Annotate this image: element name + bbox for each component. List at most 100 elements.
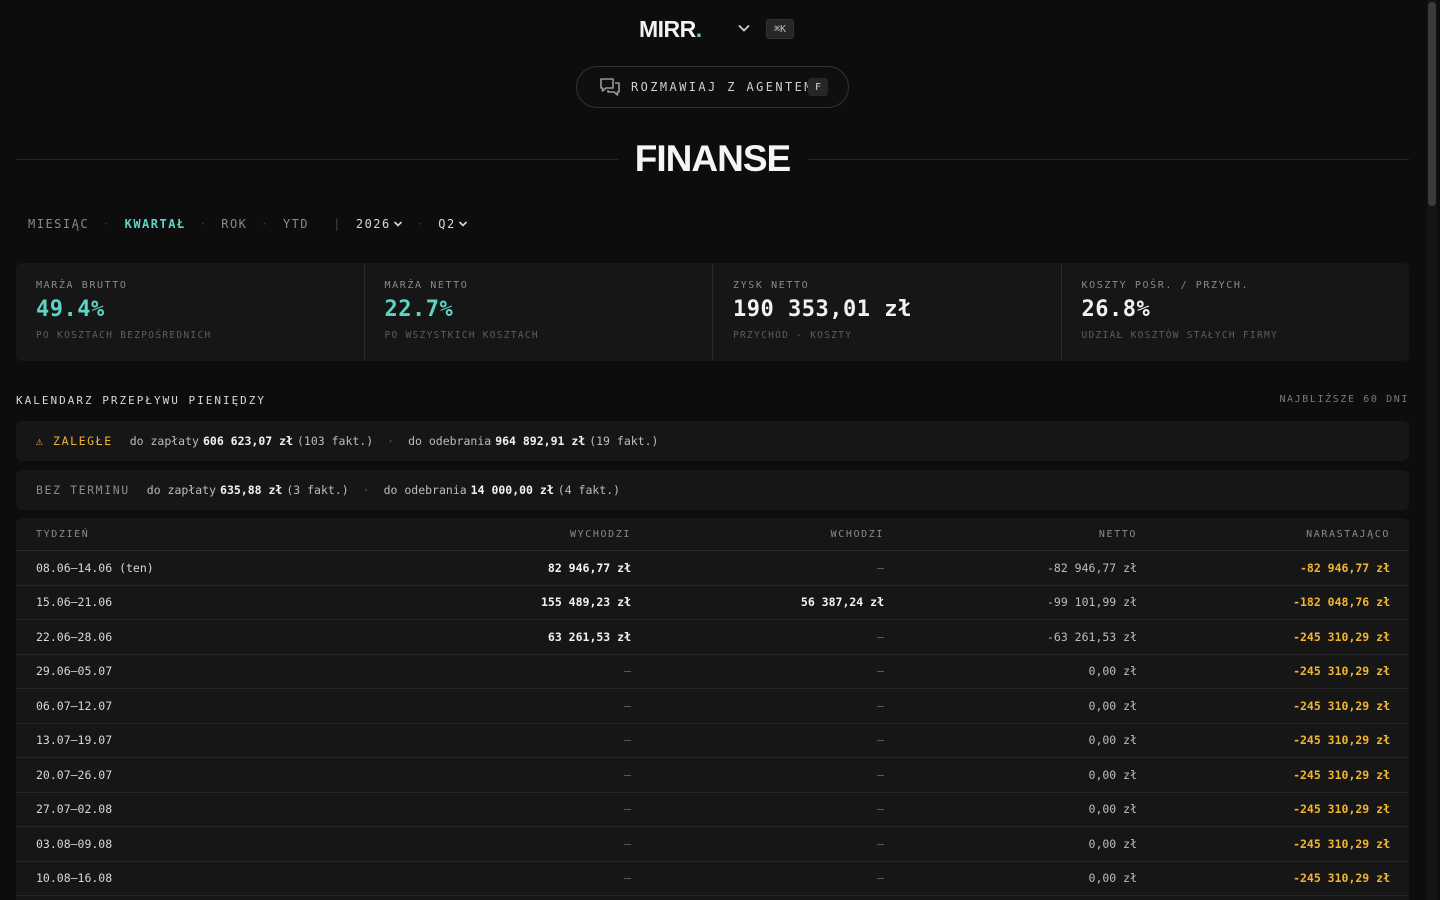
kpi-value: 26.8% [1081, 297, 1151, 322]
cell-cumulative: -182 048,76 zł [1293, 595, 1390, 610]
overdue-pay-label: do zapłaty [129, 434, 199, 448]
cell-week: 03.08–09.08 [36, 836, 113, 851]
period-tab-ytd[interactable]: YTD [283, 217, 309, 231]
overdue-summary: ⚠ ZALEGŁE do zapłaty 606 623,07 zł (103 … [16, 421, 1409, 461]
separator-dot: · [416, 218, 425, 230]
top-bar: MIRR. ⌘K [0, 14, 1424, 46]
kpi-value: 22.7% [384, 297, 454, 322]
cell-inflow: — [877, 871, 884, 886]
table-row[interactable]: 10.08–16.08 — — 0,00 zł -245 310,29 zł [16, 862, 1409, 896]
kpi-subtitle: UDZIAŁ KOSZTÓW STAŁYCH FIRMY [1081, 330, 1279, 341]
kpi-subtitle: PRZYCHÓD - KOSZTY [733, 330, 853, 341]
table-row[interactable]: 27.07–02.08 — — 0,00 zł -245 310,29 zł [16, 793, 1409, 827]
cell-week: 10.08–16.08 [36, 871, 113, 886]
table-row[interactable]: 06.07–12.07 — — 0,00 zł -245 310,29 zł [16, 689, 1409, 724]
cell-outflow: — [624, 802, 631, 817]
cell-week: 15.06–21.06 [36, 595, 113, 610]
kpi-label: MARŻA BRUTTO [36, 280, 128, 291]
cell-net: -82 946,77 zł [1046, 560, 1137, 575]
cell-cumulative: -245 310,29 zł [1293, 733, 1390, 748]
agent-shortcut-key: F [808, 78, 828, 96]
page-scrollbar[interactable] [1424, 0, 1440, 900]
table-row[interactable]: 29.06–05.07 — — 0,00 zł -245 310,29 zł [16, 655, 1409, 689]
overdue-tag: ⚠ ZALEGŁE [36, 434, 113, 448]
cell-cumulative: -245 310,29 zł [1293, 836, 1390, 851]
chevron-down-icon [738, 24, 750, 32]
cell-inflow: — [877, 698, 884, 713]
page-title: FINANSE [634, 138, 791, 179]
no-due-pay-count: (3 fakt.) [286, 483, 349, 497]
table-row[interactable]: 22.06–28.06 63 261,53 zł — -63 261,53 zł -24… [16, 620, 1409, 655]
overdue-pay-count: (103 fakt.) [296, 434, 374, 448]
column-header-week[interactable]: TYDZIEŃ [16, 529, 376, 540]
kpi-value: 190 353,01 zł [733, 297, 912, 322]
cell-outflow: 63 261,53 zł [547, 629, 631, 644]
cell-inflow: — [877, 802, 884, 817]
page-title-row: FINANSE [16, 136, 1409, 182]
separator-dot: · [261, 218, 269, 230]
cell-cumulative: -245 310,29 zł [1293, 698, 1390, 713]
cashflow-title: KALENDARZ PRZEPŁYWU PIENIĘDZY [16, 394, 267, 407]
no-due-date-tag: BEZ TERMINU [36, 483, 130, 497]
column-header-cumulative[interactable]: NARASTAJĄCO [1137, 529, 1390, 540]
kpi-gross-margin: MARŻA BRUTTO 49.4% PO KOSZTACH BEZPOŚRED… [16, 263, 365, 361]
year-select-value: 2026 [355, 217, 391, 231]
kpi-net-margin: MARŻA NETTO 22.7% PO WSZYSTKICH KOSZTACH [365, 263, 713, 361]
cell-cumulative: -245 310,29 zł [1293, 629, 1390, 644]
column-header-inflow[interactable]: WCHODZI [631, 529, 884, 540]
year-select[interactable]: 2026 [356, 217, 403, 231]
cell-week: 22.06–28.06 [36, 629, 113, 644]
overdue-receive-count: (19 fakt.) [589, 434, 659, 448]
chat-bubbles-icon [600, 78, 620, 96]
cell-outflow: — [624, 767, 631, 782]
cell-week: 29.06–05.07 [36, 664, 113, 679]
no-due-pay-label: do zapłaty [146, 483, 217, 497]
cell-outflow: 155 489,23 zł [540, 595, 631, 610]
cell-net: -63 261,53 zł [1046, 629, 1137, 644]
cashflow-range: NAJBLIŻSZE 60 DNI [1279, 394, 1409, 405]
overdue-receive-amount: 964 892,91 zł [495, 434, 586, 448]
logo-text: MIRR [639, 16, 696, 42]
no-due-date-summary: BEZ TERMINU do zapłaty 635,88 zł (3 fakt… [16, 470, 1409, 510]
kpi-net-profit: ZYSK NETTO 190 353,01 zł PRZYCHÓD - KOSZ… [713, 263, 1062, 361]
chevron-down-icon [458, 221, 467, 227]
column-header-outflow[interactable]: WYCHODZI [376, 529, 631, 540]
no-due-receive-label: do odebrania [383, 483, 467, 497]
cell-net: 0,00 zł [1088, 733, 1137, 748]
kpi-cards: MARŻA BRUTTO 49.4% PO KOSZTACH BEZPOŚRED… [16, 263, 1409, 361]
chevron-down-icon [393, 221, 402, 227]
period-selector: MIESIĄC · KWARTAŁ · ROK · YTD | 2026 · Q… [28, 216, 468, 232]
cell-outflow: — [624, 664, 631, 679]
logo[interactable]: MIRR. [639, 16, 702, 43]
kpi-value: 49.4% [36, 297, 105, 322]
cell-net: 0,00 zł [1088, 802, 1137, 817]
no-due-receive-count: (4 fakt.) [557, 483, 621, 497]
period-tab-year[interactable]: ROK [221, 217, 247, 231]
cell-inflow: — [877, 664, 884, 679]
cell-inflow: — [877, 767, 884, 782]
scrollbar-thumb[interactable] [1428, 2, 1436, 206]
separator-dot: · [199, 218, 208, 230]
cashflow-table: TYDZIEŃ WYCHODZI WCHODZI NETTO NARASTAJĄ… [16, 518, 1409, 900]
overdue-receive-label: do odebrania [408, 434, 492, 448]
chat-with-agent-button[interactable]: ROZMAWIAJ Z AGENTEM F [576, 66, 849, 108]
table-row[interactable]: 03.08–09.08 — — 0,00 zł -245 310,29 zł [16, 827, 1409, 862]
workspace-switcher-button[interactable] [734, 18, 754, 38]
table-row[interactable]: 08.06–14.06 (ten) 82 946,77 zł — -82 946,77… [16, 551, 1409, 586]
table-body: 08.06–14.06 (ten) 82 946,77 zł — -82 946,77… [16, 551, 1409, 896]
cell-cumulative: -82 946,77 zł [1299, 560, 1390, 575]
kpi-label: MARŻA NETTO [384, 280, 469, 291]
table-row[interactable]: 20.07–26.07 — — 0,00 zł -245 310,29 zł [16, 758, 1409, 793]
table-row[interactable]: 15.06–21.06 155 489,23 zł 56 387,24 zł -99 … [16, 586, 1409, 620]
cashflow-header: KALENDARZ PRZEPŁYWU PIENIĘDZY NAJBLIŻSZE… [16, 394, 1409, 408]
separator-bar: | [333, 217, 342, 231]
cell-net: 0,00 zł [1088, 698, 1137, 713]
quarter-select[interactable]: Q2 [438, 217, 467, 231]
period-tab-quarter[interactable]: KWARTAŁ [125, 217, 186, 231]
column-header-net[interactable]: NETTO [884, 529, 1137, 540]
table-row[interactable]: 13.07–19.07 — — 0,00 zł -245 310,29 zł [16, 724, 1409, 758]
no-due-receive-amount: 14 000,00 zł [470, 483, 554, 497]
separator-dot: · [387, 434, 395, 448]
period-tab-month[interactable]: MIESIĄC [28, 217, 89, 231]
command-palette-shortcut[interactable]: ⌘K [766, 19, 794, 39]
